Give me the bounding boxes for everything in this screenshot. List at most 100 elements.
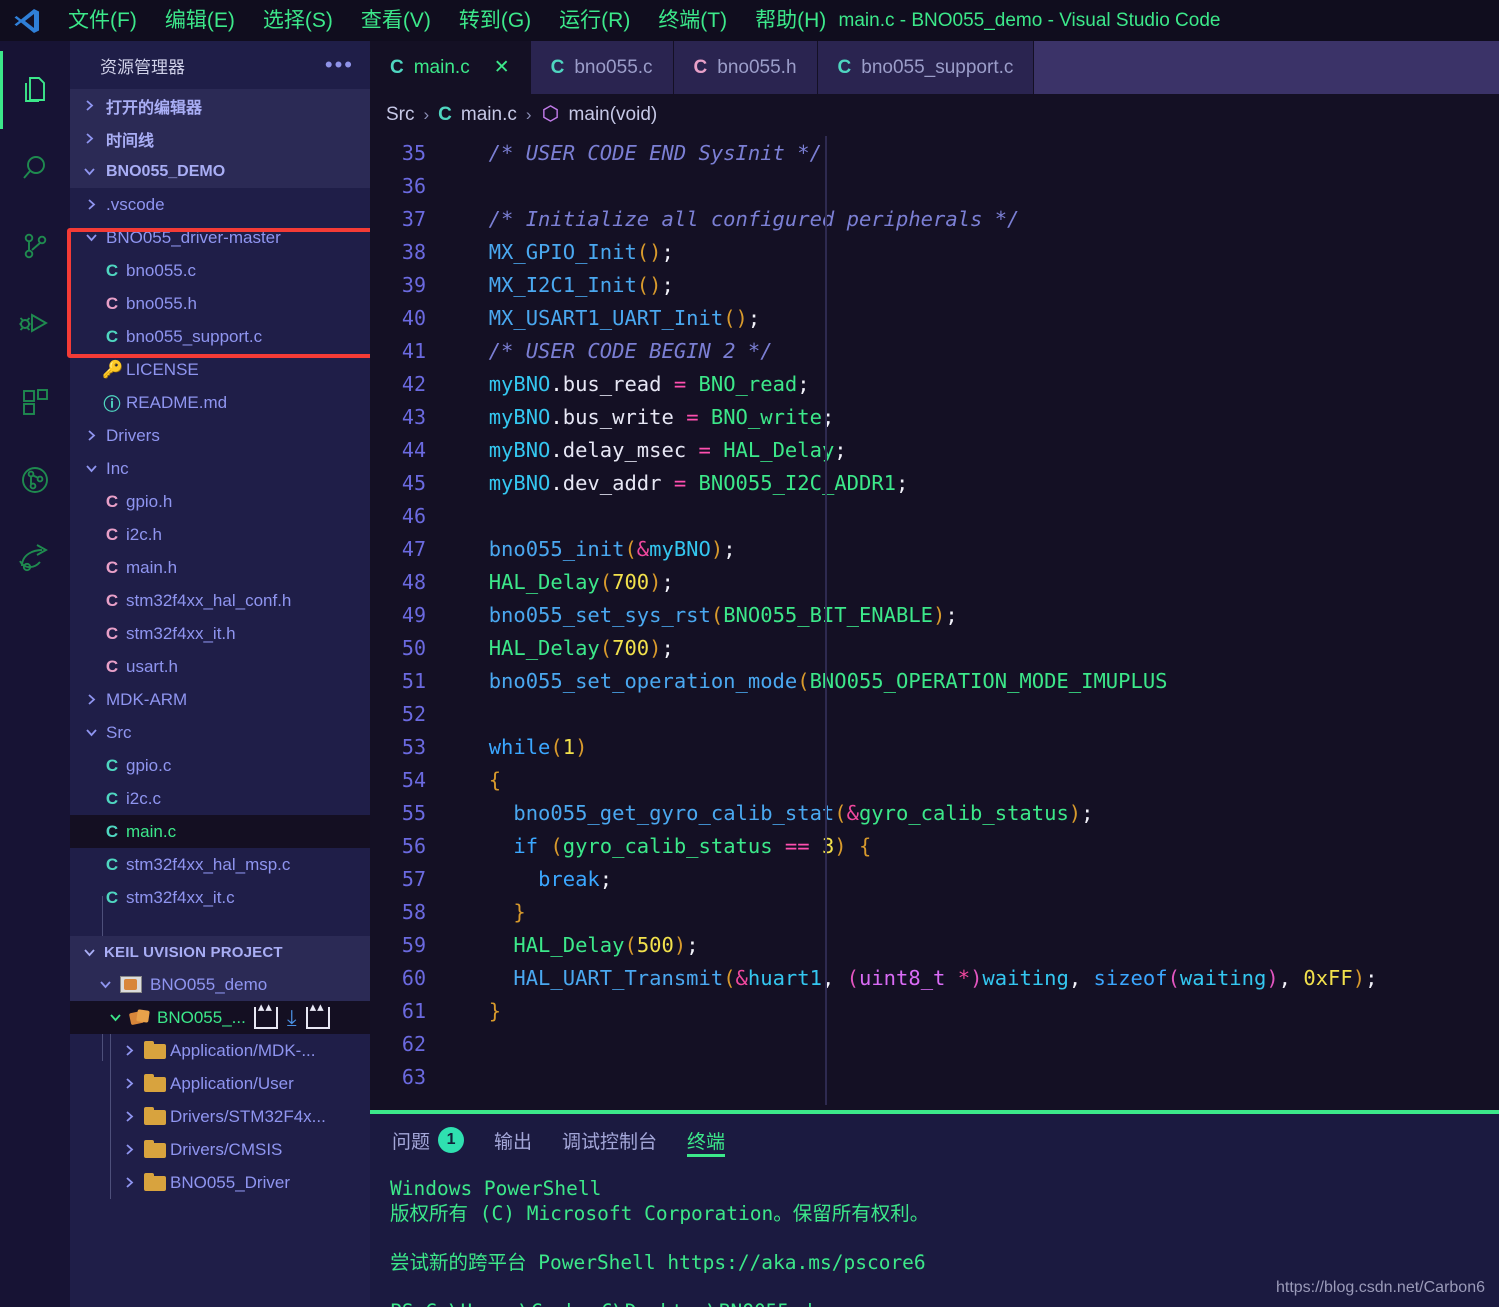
tree-item[interactable]: Ci2c.c: [70, 782, 370, 815]
tree-item[interactable]: Cbno055.h: [70, 287, 370, 320]
keil-group-row[interactable]: Drivers/STM32F4x...: [70, 1100, 370, 1133]
panel-tab-bar: 问题 1 输出 调试控制台 终端: [370, 1114, 1499, 1166]
tree-item[interactable]: Cstm32f4xx_hal_msp.c: [70, 848, 370, 881]
line-text: break;: [538, 866, 613, 891]
section-open-editors[interactable]: 打开的编辑器: [70, 89, 370, 122]
line-text: myBNO.bus_write = BNO_write;: [488, 404, 835, 429]
ellipsis-icon[interactable]: •••: [325, 54, 354, 76]
tree-item[interactable]: Inc: [70, 452, 370, 485]
keil-group-row[interactable]: Drivers/CMSIS: [70, 1133, 370, 1166]
menu-bar[interactable]: 文件(F) 编辑(E) 选择(S) 查看(V) 转到(G) 运行(R) 终端(T…: [54, 6, 840, 36]
tab-main-c[interactable]: C main.c ✕: [370, 41, 531, 94]
breadcrumb-item-symbol[interactable]: main(void): [569, 104, 658, 126]
menu-item-run[interactable]: 运行(R): [545, 6, 644, 36]
line-text: MX_USART1_UART_Init();: [488, 305, 761, 330]
activity-item-source-control[interactable]: [0, 207, 70, 285]
tree-item[interactable]: .vscode: [70, 188, 370, 221]
code-line: 42 myBNO.bus_read = BNO_read;: [370, 367, 1499, 400]
git-graph-icon: [19, 464, 51, 496]
line-number: 36: [401, 173, 426, 198]
tree-item-label: README.md: [126, 392, 228, 412]
line-text: MX_GPIO_Init();: [488, 239, 674, 264]
activity-item-explorer[interactable]: [0, 51, 70, 129]
tree-item[interactable]: Ci2c.h: [70, 518, 370, 551]
run-and-debug-icon: [19, 309, 51, 339]
breadcrumb-item-file[interactable]: main.c: [461, 104, 517, 126]
tree-item[interactable]: Cbno055_support.c: [70, 320, 370, 353]
keil-group-row[interactable]: BNO055_Driver: [70, 1166, 370, 1199]
tab-bno055-h[interactable]: C bno055.h: [673, 41, 818, 94]
keil-project-row[interactable]: BNO055_demo: [70, 968, 370, 1001]
tree-item-label: BNO055_driver-master: [106, 227, 281, 247]
activity-item-search[interactable]: [0, 129, 70, 207]
menu-item-file[interactable]: 文件(F): [54, 6, 151, 36]
line-text: myBNO.delay_msec = HAL_Delay;: [488, 437, 847, 462]
line-number: 37: [401, 206, 426, 231]
tree-item[interactable]: Cbno055.c: [70, 254, 370, 287]
code-line: 38 MX_GPIO_Init();: [370, 235, 1499, 268]
code-line: 51 bno055_set_operation_mode(BNO055_OPER…: [370, 664, 1499, 697]
activity-item-share[interactable]: [0, 519, 70, 597]
rebuild-icon[interactable]: ▴▴: [305, 999, 330, 1029]
menu-item-edit[interactable]: 编辑(E): [151, 6, 249, 36]
activity-item-extensions[interactable]: [0, 363, 70, 441]
section-timeline[interactable]: 时间线: [70, 122, 370, 155]
menu-item-select[interactable]: 选择(S): [249, 6, 347, 36]
activity-item-run-debug[interactable]: [0, 285, 70, 363]
breadcrumb-item-src[interactable]: Src: [386, 104, 415, 126]
h-file-icon: C: [105, 590, 119, 610]
keil-indent-guide: [110, 1034, 111, 1199]
menu-item-goto[interactable]: 转到(G): [445, 6, 545, 36]
tree-item[interactable]: 🔑 LICENSE: [70, 353, 370, 386]
tree-item[interactable]: Cusart.h: [70, 650, 370, 683]
tab-bno055-support-c[interactable]: C bno055_support.c: [817, 41, 1035, 94]
panel-tab-debug-console[interactable]: 调试控制台: [562, 1114, 657, 1166]
menu-item-terminal[interactable]: 终端(T): [644, 6, 741, 36]
editor-tab-bar: C main.c ✕ C bno055.c C bno055.h C bno05…: [370, 41, 1499, 94]
activity-item-git-graph[interactable]: [0, 441, 70, 519]
line-number: 59: [401, 932, 426, 957]
tree-item[interactable]: Cstm32f4xx_hal_conf.h: [70, 584, 370, 617]
section-workspace-root[interactable]: BNO055_DEMO: [70, 155, 370, 188]
close-icon[interactable]: ✕: [494, 56, 510, 79]
code-line: 43 myBNO.bus_write = BNO_write;: [370, 400, 1499, 433]
panel-tab-output[interactable]: 输出: [494, 1114, 532, 1166]
h-file-icon: C: [105, 623, 119, 643]
line-number: 49: [401, 602, 426, 627]
tree-item[interactable]: Cgpio.c: [70, 749, 370, 782]
tree-item[interactable]: Src: [70, 716, 370, 749]
menu-item-view[interactable]: 查看(V): [347, 6, 445, 36]
tree-item[interactable]: Cstm32f4xx_it.h: [70, 617, 370, 650]
tree-item-label: Drivers: [106, 425, 160, 445]
panel-tab-terminal[interactable]: 终端: [687, 1114, 726, 1166]
keil-uvision-section[interactable]: KEIL UVISION PROJECT: [70, 936, 370, 968]
tree-item[interactable]: Cgpio.h: [70, 485, 370, 518]
panel-tab-problems[interactable]: 问题 1: [392, 1114, 465, 1166]
tree-item[interactable]: BNO055_driver-master: [70, 221, 370, 254]
line-number: 51: [401, 668, 426, 693]
tree-item[interactable]: Cstm32f4xx_it.c: [70, 881, 370, 914]
keil-group-row[interactable]: Application/MDK-...: [70, 1034, 370, 1067]
chevron-right-icon: [118, 1110, 140, 1123]
build-icon[interactable]: ▴▴: [253, 999, 278, 1029]
tree-item[interactable]: ⓘ README.md: [70, 386, 370, 419]
keil-group-row[interactable]: Application/User: [70, 1067, 370, 1100]
line-number: 50: [401, 635, 426, 660]
keil-target-row[interactable]: BNO055_... ▴▴ ⤓ ▴▴: [70, 999, 370, 1034]
tree-item[interactable]: Cmain.c: [70, 815, 370, 848]
code-line: 41 /* USER CODE BEGIN 2 */: [370, 334, 1499, 367]
menu-item-help[interactable]: 帮助(H): [741, 6, 840, 36]
chevron-down-icon: [78, 165, 100, 178]
code-line: 57 break;: [370, 862, 1499, 895]
chevron-down-icon: [80, 462, 102, 475]
code-viewport[interactable]: 35 /* USER CODE END SysInit */ 36 37 /* In…: [370, 136, 1499, 1105]
line-number: 53: [401, 734, 426, 759]
tree-item[interactable]: Cmain.h: [70, 551, 370, 584]
code-line: 56 if (gyro_calib_status == 3) {: [370, 829, 1499, 862]
tree-item[interactable]: MDK-ARM: [70, 683, 370, 716]
download-icon[interactable]: ⤓: [287, 1006, 297, 1028]
line-text: /* USER CODE BEGIN 2 */: [464, 338, 773, 363]
tab-bno055-c[interactable]: C bno055.c: [530, 41, 674, 94]
keil-target-label: BNO055_...: [157, 1007, 246, 1027]
tree-item[interactable]: Drivers: [70, 419, 370, 452]
